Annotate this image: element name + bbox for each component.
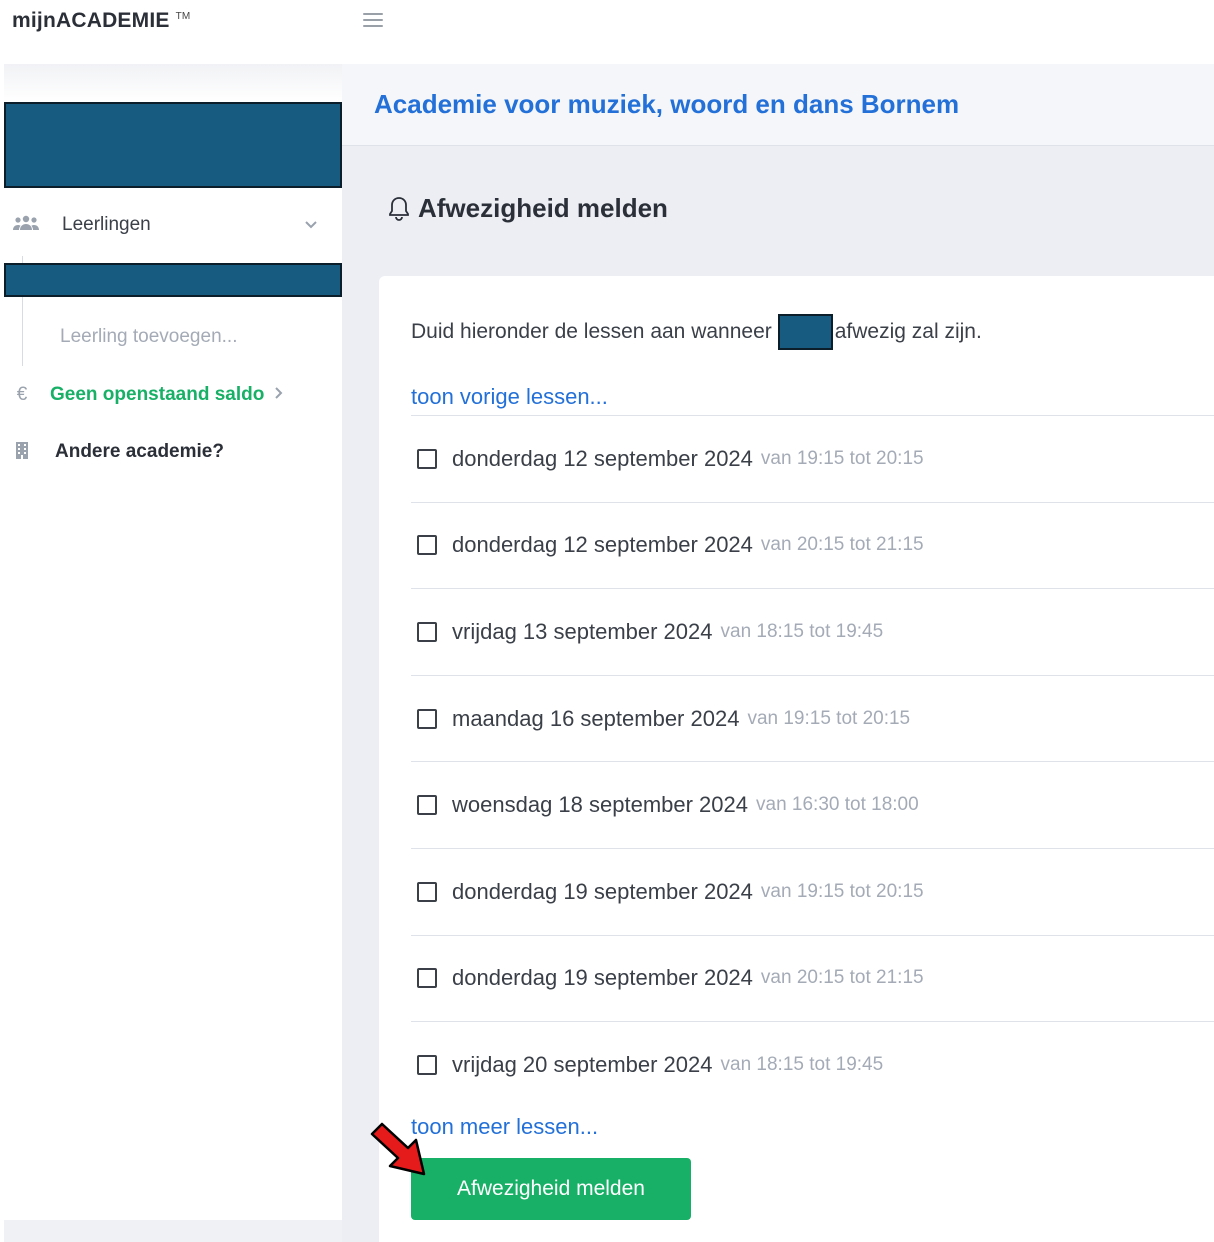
lesson-checkbox[interactable] — [417, 535, 437, 556]
sidebar-item-label: Leerlingen — [62, 214, 151, 235]
lesson-item[interactable]: donderdag 12 september 2024 van 20:15 tot… — [411, 501, 1214, 589]
lesson-date: donderdag 12 september 2024 — [452, 532, 753, 558]
academy-title[interactable]: Academie voor muziek, woord en dans Born… — [374, 89, 959, 120]
lesson-date: vrijdag 20 september 2024 — [452, 1051, 713, 1077]
lesson-time: van 20:15 tot 21:15 — [760, 534, 924, 556]
page-title-text: Afwezigheid melden — [418, 193, 668, 223]
lesson-time: van 20:15 tot 21:15 — [760, 967, 924, 989]
lesson-checkbox[interactable] — [417, 968, 437, 989]
menu-toggle-icon[interactable] — [363, 13, 383, 29]
lesson-time: van 18:15 tot 19:45 — [720, 1053, 884, 1075]
page-title: Afwezigheid melden — [388, 193, 668, 224]
redacted-name — [777, 314, 833, 350]
chevron-right-icon — [274, 384, 284, 406]
bell-icon — [389, 196, 409, 221]
lesson-item[interactable]: vrijdag 13 september 2024 van 18:15 tot 1… — [411, 588, 1214, 675]
brand-logo[interactable]: mijnACADEMIE TM — [12, 9, 190, 33]
lesson-checkbox[interactable] — [417, 795, 437, 816]
lesson-time: van 19:15 tot 20:15 — [747, 707, 911, 729]
intro-text-after: afwezig zal zijn. — [834, 320, 982, 343]
sidebar-item-label: Geen openstaand saldo — [50, 384, 265, 405]
redacted-profile-block — [4, 102, 342, 188]
sidebar-item-label: Andere academie? — [55, 441, 224, 462]
sidebar: Leerlingen Leerling toevoegen... € Geen … — [4, 64, 342, 1242]
intro-text-before: Duid hieronder de lessen aan wanneer — [411, 320, 772, 343]
lesson-time: van 19:15 tot 20:15 — [760, 880, 924, 902]
intro-text: Duid hieronder de lessen aan wanneer afw… — [411, 314, 982, 350]
red-arrow-annotation-icon — [370, 1122, 426, 1176]
show-previous-lessons-link[interactable]: toon vorige lessen... — [411, 384, 608, 410]
lesson-item[interactable]: donderdag 19 september 2024 van 20:15 tot… — [411, 934, 1214, 1022]
lesson-checkbox[interactable] — [417, 708, 437, 729]
sidebar-item-label: Leerling toevoegen... — [60, 326, 238, 347]
lesson-date: vrijdag 13 september 2024 — [452, 618, 713, 644]
brand-name: mijnACADEMIE — [12, 9, 170, 32]
report-absence-button[interactable]: Afwezigheid melden — [411, 1158, 691, 1220]
top-bar: mijnACADEMIE TM — [0, 0, 1214, 46]
show-more-lessons-link[interactable]: toon meer lessen... — [411, 1114, 598, 1140]
trademark: TM — [175, 11, 191, 22]
lesson-date: woensdag 18 september 2024 — [452, 792, 748, 818]
lesson-item[interactable]: donderdag 19 september 2024 van 19:15 tot… — [411, 847, 1214, 935]
academy-header: Academie voor muziek, woord en dans Born… — [342, 64, 1214, 146]
sidebar-item-add-student[interactable]: Leerling toevoegen... — [60, 326, 237, 348]
lesson-item[interactable]: maandag 16 september 2024 van 19:15 tot 2… — [411, 674, 1214, 762]
lesson-checkbox[interactable] — [417, 448, 437, 469]
chevron-down-icon[interactable] — [304, 216, 318, 238]
users-icon — [12, 215, 39, 235]
building-icon — [12, 441, 32, 463]
euro-icon: € — [16, 384, 28, 405]
lesson-item[interactable]: woensdag 18 september 2024 van 16:30 tot … — [411, 761, 1214, 848]
lesson-item[interactable]: donderdag 12 september 2024 van 19:15 tot… — [411, 415, 1214, 502]
lesson-date: donderdag 12 september 2024 — [452, 445, 753, 471]
sidebar-item-leerlingen[interactable]: Leerlingen — [12, 214, 330, 236]
sidebar-item-balance[interactable]: € Geen openstaand saldo — [12, 384, 284, 406]
lesson-checkbox[interactable] — [417, 881, 437, 902]
main-content: Academie voor muziek, woord en dans Born… — [342, 64, 1214, 1242]
lesson-date: maandag 16 september 2024 — [452, 705, 740, 731]
lesson-checkbox[interactable] — [417, 621, 437, 642]
sidebar-item-other-academy[interactable]: Andere academie? — [12, 441, 224, 463]
redacted-student-block — [4, 263, 342, 297]
lesson-list: donderdag 12 september 2024 van 19:15 tot… — [411, 415, 1214, 1108]
lesson-date: donderdag 19 september 2024 — [452, 878, 753, 904]
lesson-date: donderdag 19 september 2024 — [452, 965, 753, 991]
lesson-time: van 16:30 tot 18:00 — [756, 794, 919, 816]
lesson-time: van 18:15 tot 19:45 — [720, 620, 884, 642]
lesson-checkbox[interactable] — [417, 1054, 437, 1075]
lesson-time: van 19:15 tot 20:15 — [760, 447, 924, 469]
absence-card: Duid hieronder de lessen aan wanneer afw… — [379, 276, 1214, 1242]
lesson-item[interactable]: vrijdag 20 september 2024 van 18:15 tot 1… — [411, 1021, 1214, 1108]
